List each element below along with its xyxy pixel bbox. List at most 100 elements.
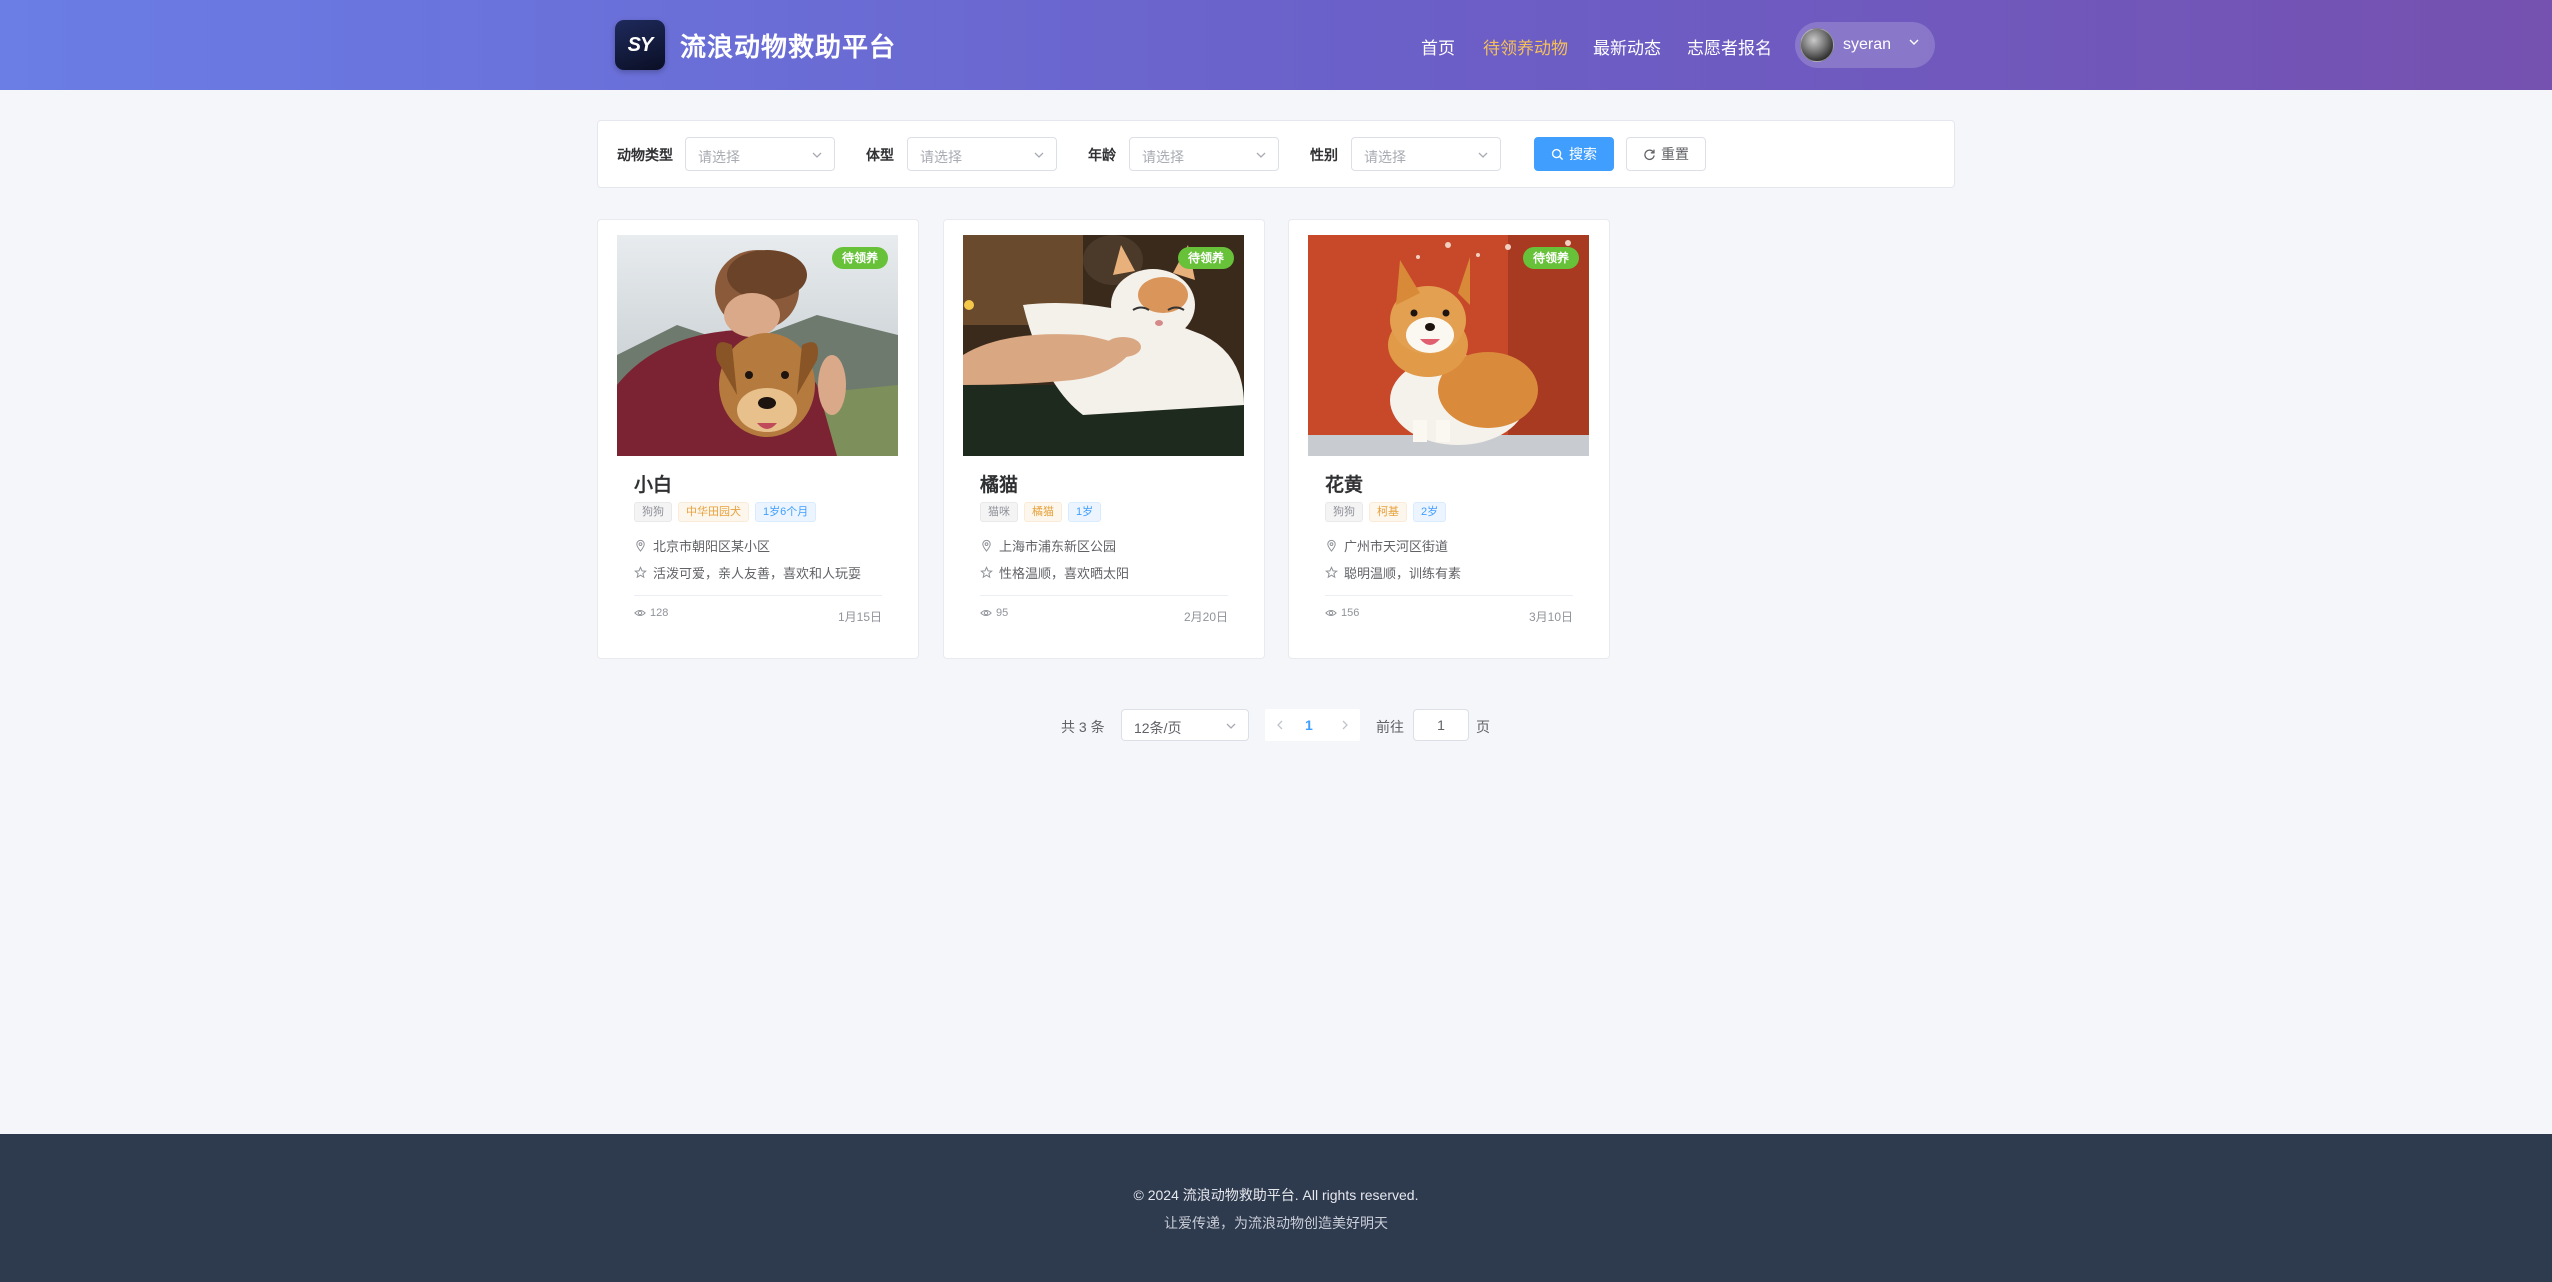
description-row: 性格温顺，喜欢晒太阳: [980, 563, 1129, 582]
view-count-text: 156: [1341, 607, 1360, 619]
location-icon: [1327, 539, 1336, 552]
post-date: 3月10日: [1528, 610, 1573, 624]
animal-card[interactable]: 待领养 花黄 狗狗 柯基 2岁 广州市天河区街道 聪明温顺，训练有素 156 3…: [1288, 219, 1610, 659]
filter-label-age: 年龄: [1088, 147, 1116, 163]
footer-slogan: 让爱传递，为流浪动物创造美好明天: [1164, 1215, 1388, 1231]
view-count: 95: [980, 607, 1008, 619]
breed-tag: 柯基: [1369, 502, 1407, 522]
pager: 1: [1265, 709, 1360, 741]
reset-button-label: 重置: [1661, 146, 1689, 162]
description-row: 聪明温顺，训练有素: [1325, 563, 1461, 582]
location-row: 上海市浦东新区公园: [980, 536, 1116, 555]
animal-type-select[interactable]: 请选择: [685, 137, 835, 171]
card-divider: [1325, 595, 1573, 596]
goto-unit: 页: [1476, 719, 1490, 735]
location-text: 北京市朝阳区某小区: [653, 539, 771, 554]
search-button-label: 搜索: [1569, 146, 1597, 162]
tag-list: 狗狗 柯基 2岁: [1325, 502, 1447, 522]
avatar[interactable]: [1800, 28, 1834, 62]
nav-adopt[interactable]: 待领养动物: [1483, 34, 1568, 59]
animal-photo[interactable]: 待领养: [963, 235, 1244, 456]
tag-list: 狗狗 中华田园犬 1岁6个月: [634, 502, 817, 522]
nav-news[interactable]: 最新动态: [1593, 34, 1661, 59]
search-button[interactable]: 搜索: [1534, 137, 1614, 171]
age-tag: 1岁6个月: [755, 502, 817, 522]
location-row: 广州市天河区街道: [1325, 536, 1448, 555]
user-menu[interactable]: syeran: [1795, 22, 1935, 68]
page-size-value: 12条/页: [1134, 720, 1182, 736]
select-placeholder: 请选择: [920, 149, 962, 165]
location-text: 广州市天河区街道: [1344, 539, 1449, 554]
breed-tag: 橘猫: [1024, 502, 1062, 522]
animal-photo[interactable]: 待领养: [617, 235, 898, 456]
nav-volunteer[interactable]: 志愿者报名: [1687, 34, 1772, 59]
status-badge: 待领养: [1522, 247, 1579, 269]
tag-list: 猫咪 橘猫 1岁: [980, 502, 1102, 522]
pagination-total: 共 3 条: [1061, 719, 1105, 735]
star-icon: [980, 566, 993, 579]
refresh-icon: [1644, 148, 1655, 160]
star-icon: [634, 566, 647, 579]
chevron-left-icon[interactable]: [1273, 718, 1287, 732]
size-select[interactable]: 请选择: [907, 137, 1057, 171]
view-count-text: 128: [650, 607, 669, 619]
chevron-right-icon[interactable]: [1338, 718, 1352, 732]
footer-copyright: © 2024 流浪动物救助平台. All rights reserved.: [1133, 1187, 1419, 1203]
chevron-down-icon: [812, 152, 822, 158]
location-icon: [982, 539, 991, 552]
filter-label-type: 动物类型: [617, 147, 673, 163]
page-size-select[interactable]: 12条/页: [1121, 709, 1249, 741]
animal-photo[interactable]: 待领养: [1308, 235, 1589, 456]
age-tag: 1岁: [1068, 502, 1102, 522]
location-text: 上海市浦东新区公园: [999, 539, 1117, 554]
description-row: 活泼可爱，亲人友善，喜欢和人玩耍: [634, 563, 861, 582]
species-tag: 狗狗: [1325, 502, 1363, 522]
animal-card[interactable]: 待领养 小白 狗狗 中华田园犬 1岁6个月 北京市朝阳区某小区 活泼可爱，亲人友…: [597, 219, 919, 659]
select-placeholder: 请选择: [698, 149, 740, 165]
main-nav: 首页 待领养动物 最新动态 志愿者报名: [615, 0, 1935, 90]
animal-name[interactable]: 花黄: [1325, 470, 1363, 497]
species-tag: 狗狗: [634, 502, 672, 522]
select-placeholder: 请选择: [1364, 149, 1406, 165]
top-header: SY 流浪动物救助平台 首页 待领养动物 最新动态 志愿者报名 syeran: [0, 0, 2552, 90]
nav-home[interactable]: 首页: [1421, 34, 1455, 59]
card-divider: [634, 595, 882, 596]
post-date: 1月15日: [837, 610, 882, 624]
card-divider: [980, 595, 1228, 596]
username[interactable]: syeran: [1843, 36, 1891, 54]
chevron-down-icon: [1256, 152, 1266, 158]
location-icon: [636, 539, 645, 552]
page-number[interactable]: 1: [1305, 717, 1313, 733]
eye-icon: [634, 609, 646, 617]
eye-icon: [1325, 609, 1337, 617]
chevron-down-icon: [1478, 152, 1488, 158]
goto-label: 前往: [1376, 719, 1404, 735]
location-row: 北京市朝阳区某小区: [634, 536, 770, 555]
reset-button[interactable]: 重置: [1626, 137, 1706, 171]
chevron-down-icon: [1226, 723, 1236, 729]
star-icon: [1325, 566, 1338, 579]
view-count: 128: [634, 607, 668, 619]
goto-page-input[interactable]: 1: [1413, 709, 1469, 741]
age-tag: 2岁: [1413, 502, 1447, 522]
age-select[interactable]: 请选择: [1129, 137, 1279, 171]
animal-name[interactable]: 小白: [634, 470, 672, 497]
view-count-text: 95: [996, 607, 1009, 619]
description-text: 活泼可爱，亲人友善，喜欢和人玩耍: [653, 566, 862, 581]
chevron-down-icon[interactable]: [1907, 35, 1921, 49]
status-badge: 待领养: [831, 247, 888, 269]
view-count: 156: [1325, 607, 1359, 619]
animal-card[interactable]: 待领养 橘猫 猫咪 橘猫 1岁 上海市浦东新区公园 性格温顺，喜欢晒太阳 95 …: [943, 219, 1265, 659]
species-tag: 猫咪: [980, 502, 1018, 522]
description-text: 聪明温顺，训练有素: [1344, 566, 1462, 581]
filter-label-gender: 性别: [1310, 147, 1338, 163]
header-inner: SY 流浪动物救助平台 首页 待领养动物 最新动态 志愿者报名 syeran: [615, 0, 1935, 90]
breed-tag: 中华田园犬: [678, 502, 749, 522]
eye-icon: [980, 609, 992, 617]
select-placeholder: 请选择: [1142, 149, 1184, 165]
post-date: 2月20日: [1183, 610, 1228, 624]
animal-name[interactable]: 橘猫: [980, 470, 1018, 497]
status-badge: 待领养: [1177, 247, 1234, 269]
gender-select[interactable]: 请选择: [1351, 137, 1501, 171]
search-icon: [1551, 148, 1564, 160]
